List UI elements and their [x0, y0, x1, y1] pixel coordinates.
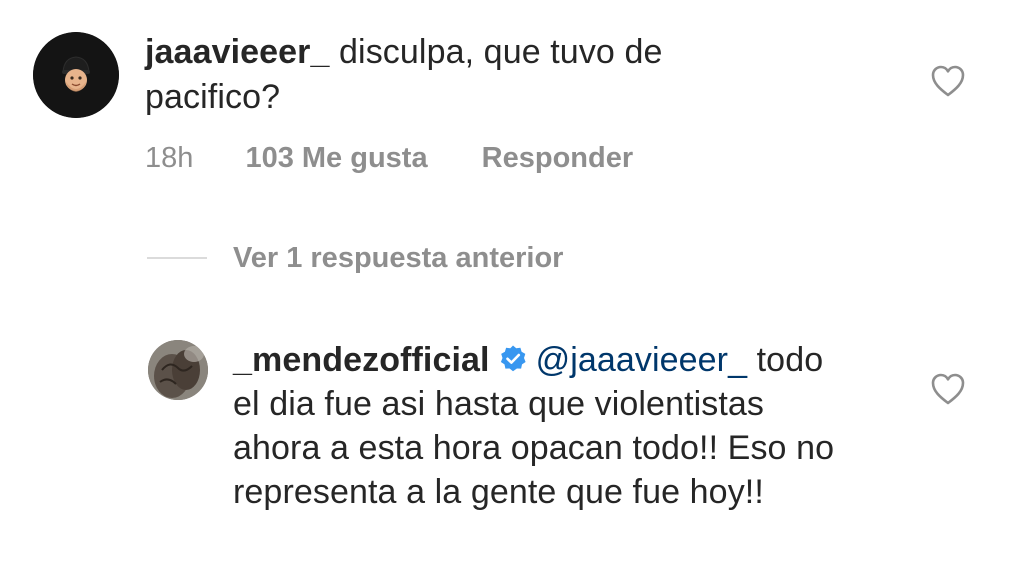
comment-body: jaaavieeer_ disculpa, que tuvo de pacifi… — [145, 30, 795, 120]
replies-divider — [147, 257, 207, 259]
profile-photo-avatar-icon — [148, 340, 208, 400]
reply-mention[interactable]: @jaaavieeer_ — [536, 341, 748, 379]
comment-meta: 18h 103 Me gusta Responder — [145, 140, 633, 176]
verified-badge-icon — [498, 341, 528, 372]
heart-outline-icon — [931, 65, 965, 97]
view-replies-label: Ver 1 respuesta anterior — [233, 241, 564, 274]
reply-avatar[interactable] — [148, 340, 208, 400]
memoji-avatar-icon — [33, 32, 119, 118]
reply-button[interactable]: Responder — [482, 142, 633, 174]
heart-outline-icon — [931, 373, 965, 405]
reply-body: _mendezofficial @jaaavieeer_ todo el dia… — [233, 338, 853, 514]
comment-likes-count[interactable]: 103 Me gusta — [245, 142, 427, 174]
comment-time: 18h — [145, 142, 194, 174]
reply-username[interactable]: _mendezofficial — [233, 341, 490, 379]
like-reply-button[interactable] — [930, 372, 966, 406]
view-previous-replies-button[interactable]: Ver 1 respuesta anterior — [147, 240, 563, 276]
commenter-avatar[interactable] — [33, 32, 119, 118]
like-comment-button[interactable] — [930, 64, 966, 98]
commenter-username[interactable]: jaaavieeer_ — [145, 33, 330, 71]
